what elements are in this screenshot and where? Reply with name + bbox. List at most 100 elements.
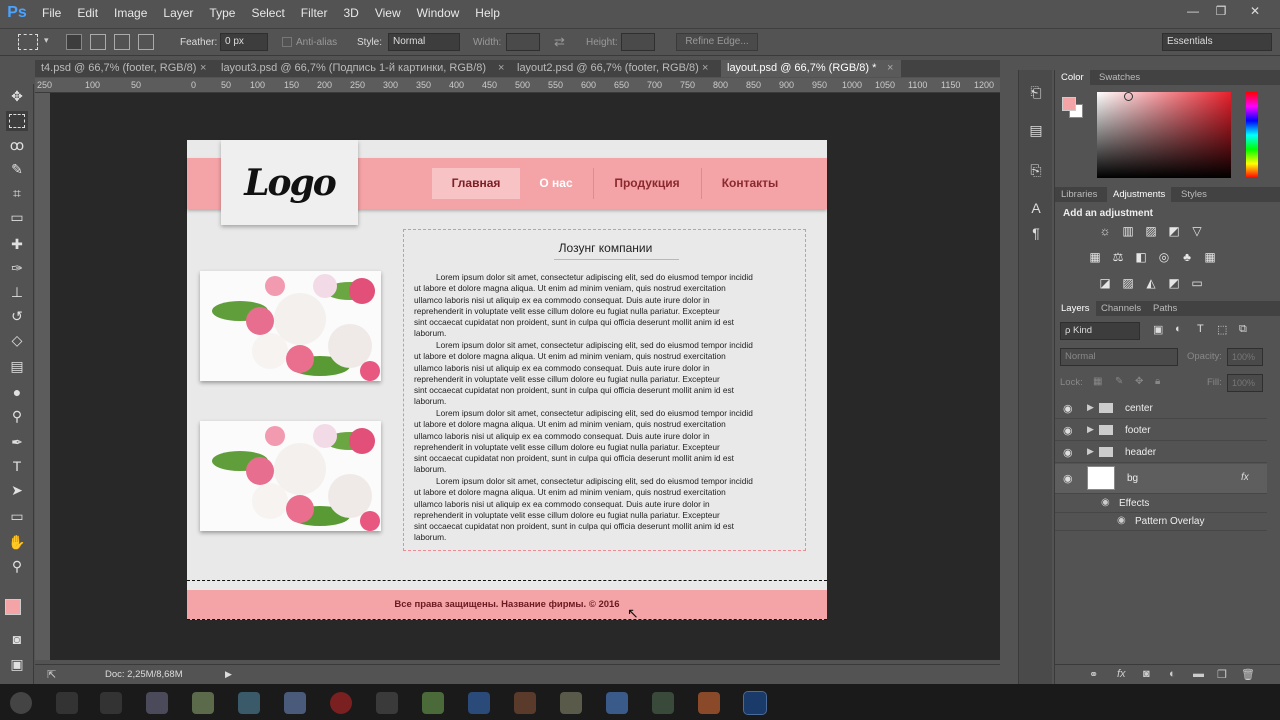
layer-bg[interactable]: ◉ bg fx: [1055, 464, 1267, 494]
layer-group-footer[interactable]: ◉ ▶ footer: [1055, 420, 1267, 441]
taskbar-app-icon[interactable]: [652, 692, 674, 714]
add-style-icon[interactable]: fx: [1117, 668, 1126, 680]
brush-presets-icon[interactable]: ⎘: [1026, 160, 1046, 180]
clone-stamp-tool-icon[interactable]: ⊥: [6, 282, 28, 302]
taskbar-app-icon[interactable]: [376, 692, 398, 714]
tab-swatches[interactable]: Swatches: [1093, 70, 1146, 85]
taskbar-app-icon[interactable]: [698, 692, 720, 714]
blur-tool-icon[interactable]: ●: [6, 382, 28, 402]
brush-tool-icon[interactable]: ✑: [6, 258, 28, 278]
layer-kind-filter[interactable]: ρ Kind: [1060, 322, 1140, 340]
menu-edit[interactable]: Edit: [69, 0, 106, 26]
nav-home[interactable]: Главная: [432, 168, 520, 199]
lock-all-icon[interactable]: 🔒︎: [1155, 376, 1160, 387]
close-icon[interactable]: ×: [887, 60, 893, 77]
paragraph-panel-icon[interactable]: ¶: [1026, 223, 1046, 243]
lock-position-icon[interactable]: ✥: [1135, 376, 1143, 387]
dodge-tool-icon[interactable]: ⚲: [6, 406, 28, 426]
minimize-button[interactable]: —: [1178, 3, 1208, 19]
exposure-icon[interactable]: ◩: [1166, 224, 1182, 238]
close-window-button[interactable]: ✕: [1240, 3, 1270, 19]
color-balance-icon[interactable]: ⚖: [1110, 250, 1126, 264]
channel-mixer-icon[interactable]: ♣: [1179, 250, 1195, 264]
feather-input[interactable]: 0 px: [220, 33, 268, 51]
levels-icon[interactable]: ▥: [1120, 224, 1136, 238]
foreground-color-chip[interactable]: [1062, 97, 1076, 111]
filter-smart-object-icon[interactable]: ⧉: [1239, 323, 1247, 336]
share-icon[interactable]: ⇱: [47, 668, 56, 681]
taskbar-app-icon[interactable]: [468, 692, 490, 714]
curves-icon[interactable]: ▨: [1143, 224, 1159, 238]
taskbar-app-icon[interactable]: [514, 692, 536, 714]
zoom-tool-icon[interactable]: ⚲: [6, 556, 28, 576]
fill-input[interactable]: 100%: [1227, 374, 1263, 392]
nav-contacts[interactable]: Контакты: [709, 168, 791, 199]
type-tool-icon[interactable]: T: [6, 456, 28, 476]
doc-tab[interactable]: t4.psd @ 66,7% (footer, RGB/8): [35, 60, 207, 77]
black-white-icon[interactable]: ◧: [1133, 250, 1149, 264]
tab-paths[interactable]: Paths: [1147, 301, 1183, 316]
filter-pixel-icon[interactable]: ▣: [1153, 323, 1163, 336]
tab-styles[interactable]: Styles: [1175, 187, 1213, 202]
new-group-icon[interactable]: ▬: [1193, 668, 1204, 680]
vibrance-icon[interactable]: ▽: [1189, 224, 1205, 238]
menu-3d[interactable]: 3D: [335, 0, 366, 26]
taskbar-app-icon[interactable]: [146, 692, 168, 714]
doc-tab[interactable]: layout2.psd @ 66,7% (footer, RGB/8): [511, 60, 701, 77]
antialias-checkbox[interactable]: [282, 37, 292, 47]
rectangle-tool-icon[interactable]: ▭: [6, 506, 28, 526]
photo-filter-icon[interactable]: ◎: [1156, 250, 1172, 264]
menu-help[interactable]: Help: [467, 0, 508, 26]
crop-tool-icon[interactable]: ⌗: [6, 183, 28, 203]
pattern-overlay-row[interactable]: ◉ Pattern Overlay: [1055, 513, 1267, 531]
subtract-selection-icon[interactable]: [114, 34, 130, 50]
visibility-eye-icon[interactable]: ◉: [1063, 424, 1073, 437]
restore-button[interactable]: ❐: [1206, 3, 1236, 19]
tab-libraries[interactable]: Libraries: [1055, 187, 1103, 202]
fx-badge[interactable]: fx: [1241, 472, 1249, 483]
hue-saturation-icon[interactable]: ▦: [1087, 250, 1103, 264]
close-icon[interactable]: ×: [200, 60, 206, 77]
character-panel-icon[interactable]: A: [1026, 198, 1046, 218]
intersect-selection-icon[interactable]: [138, 34, 154, 50]
visibility-eye-icon[interactable]: ◉: [1063, 446, 1073, 459]
taskbar-app-icon[interactable]: [422, 692, 444, 714]
history-panel-icon[interactable]: ⎗: [1026, 82, 1046, 102]
menu-image[interactable]: Image: [106, 0, 155, 26]
tab-color[interactable]: Color: [1055, 70, 1090, 85]
tab-adjustments[interactable]: Adjustments: [1107, 187, 1172, 202]
properties-panel-icon[interactable]: ▤: [1026, 120, 1046, 140]
lock-pixels-icon[interactable]: ✎: [1115, 376, 1123, 387]
menu-type[interactable]: Type: [201, 0, 243, 26]
effects-eye-icon[interactable]: ◉: [1101, 497, 1110, 508]
blend-mode-select[interactable]: Normal: [1060, 348, 1178, 366]
menu-filter[interactable]: Filter: [293, 0, 336, 26]
effect-eye-icon[interactable]: ◉: [1117, 515, 1126, 526]
healing-brush-tool-icon[interactable]: ✚: [6, 234, 28, 254]
taskbar-app-icon[interactable]: [330, 692, 352, 714]
pen-tool-icon[interactable]: ✒: [6, 432, 28, 452]
style-select[interactable]: Normal: [388, 33, 460, 51]
new-layer-icon[interactable]: ❐: [1217, 668, 1227, 681]
threshold-icon[interactable]: ◭: [1143, 276, 1159, 290]
swap-icon[interactable]: ⇄: [554, 34, 565, 50]
doc-tab[interactable]: layout3.psd @ 66,7% (Подпись 1-й картинк…: [215, 60, 497, 77]
new-selection-icon[interactable]: [66, 34, 82, 50]
screen-mode-icon[interactable]: ▣: [6, 654, 28, 674]
marquee-preset-icon[interactable]: [18, 34, 38, 50]
taskbar-app-icon[interactable]: [284, 692, 306, 714]
taskbar-app-icon[interactable]: [606, 692, 628, 714]
quick-select-tool-icon[interactable]: ✎: [6, 159, 28, 179]
start-icon[interactable]: [10, 692, 32, 714]
link-layers-icon[interactable]: ⚭: [1089, 668, 1098, 681]
marquee-tool-icon[interactable]: [6, 111, 28, 131]
taskbar-app-icon[interactable]: [560, 692, 582, 714]
effects-row[interactable]: ◉ Effects: [1055, 495, 1267, 513]
refine-edge-button[interactable]: Refine Edge...: [676, 33, 758, 51]
quick-mask-icon[interactable]: ◙: [6, 629, 28, 649]
new-adjustment-icon[interactable]: ◐: [1169, 668, 1176, 680]
menu-view[interactable]: View: [367, 0, 409, 26]
lock-transparency-icon[interactable]: ▦: [1093, 376, 1102, 387]
workspace-select[interactable]: Essentials: [1162, 33, 1272, 51]
color-picker-marker[interactable]: [1124, 92, 1133, 101]
